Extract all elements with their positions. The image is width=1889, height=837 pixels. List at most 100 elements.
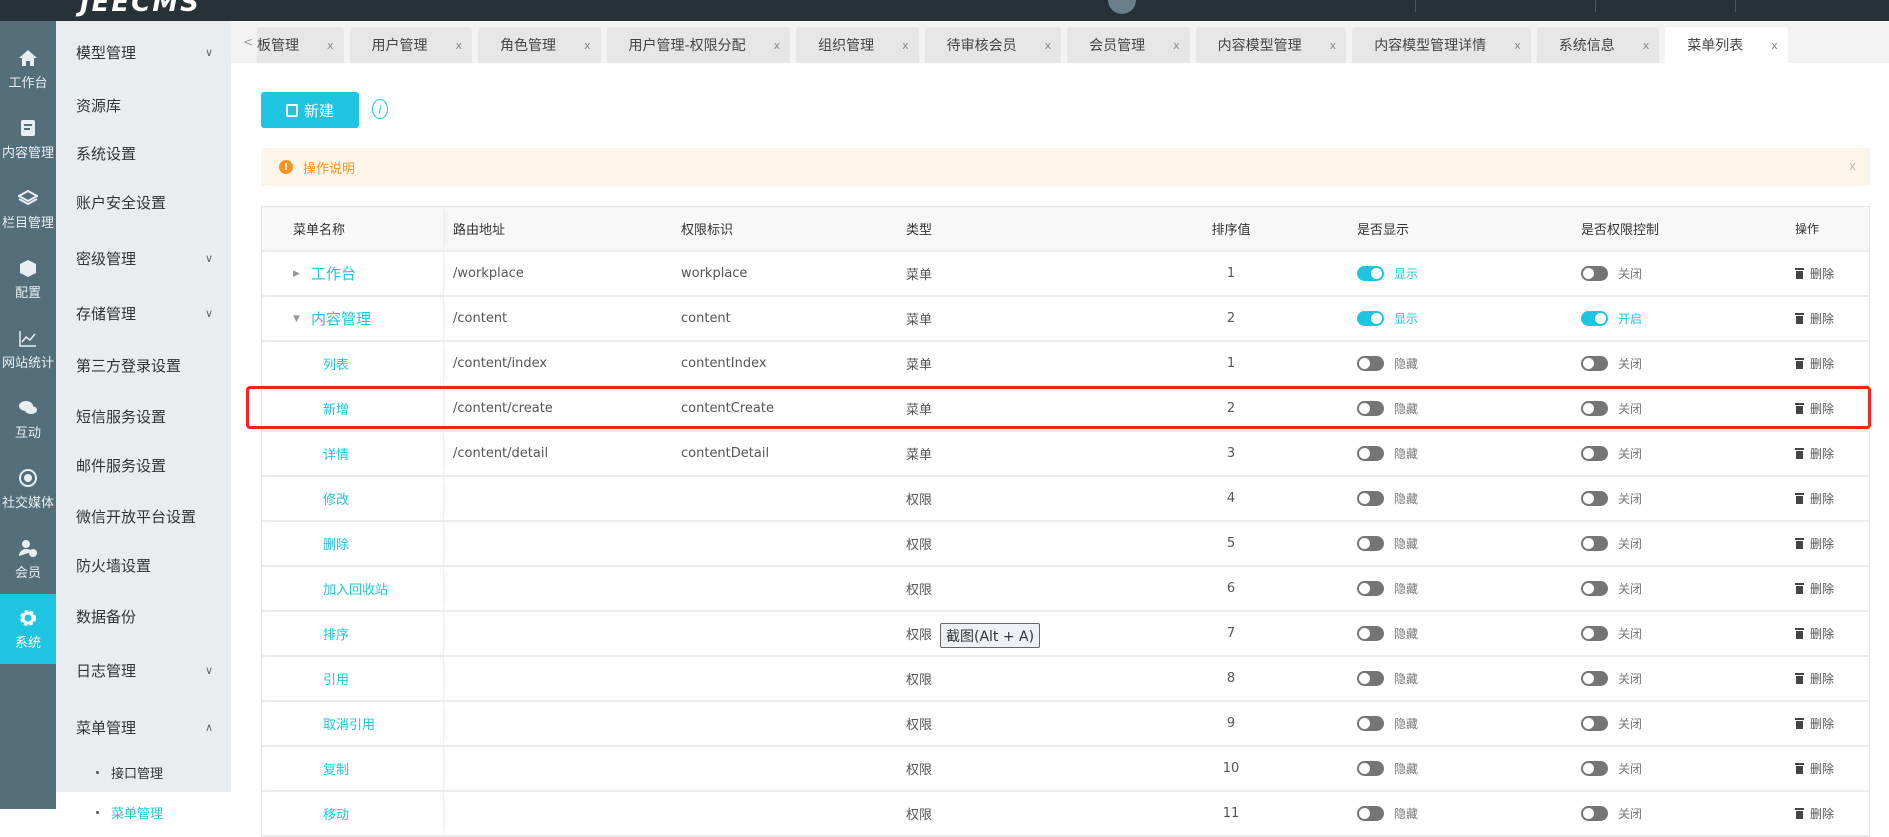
submenu-item[interactable]: 密级管理 ∨	[76, 243, 213, 273]
perm-control-toggle[interactable]	[1581, 626, 1608, 641]
perm-control-toggle[interactable]	[1581, 716, 1608, 731]
tab-close-icon[interactable]: x	[1771, 39, 1778, 52]
delete-button[interactable]: 删除	[1781, 310, 1871, 327]
nav-item-7[interactable]: 会员	[0, 524, 56, 594]
tab-close-icon[interactable]: x	[1330, 39, 1337, 52]
submenu-item[interactable]: 第三方登录设置	[76, 350, 213, 380]
menu-name-link[interactable]: 取消引用	[323, 714, 375, 733]
nav-item-6[interactable]: 社交媒体	[0, 454, 56, 524]
show-toggle[interactable]	[1357, 761, 1384, 776]
delete-button[interactable]: 删除	[1781, 535, 1871, 552]
perm-control-toggle[interactable]	[1581, 581, 1608, 596]
new-button[interactable]: 新建	[261, 92, 359, 128]
nav-item-0[interactable]: 工作台	[0, 34, 56, 104]
show-toggle[interactable]	[1357, 581, 1384, 596]
delete-button[interactable]: 删除	[1781, 445, 1871, 462]
show-toggle[interactable]	[1357, 626, 1384, 641]
perm-control-toggle[interactable]	[1581, 311, 1608, 326]
nav-item-1[interactable]: 内容管理	[0, 104, 56, 174]
perm-control-toggle[interactable]	[1581, 446, 1608, 461]
submenu-child-item[interactable]: 接口管理	[56, 752, 231, 792]
show-toggle[interactable]	[1357, 716, 1384, 731]
submenu-item[interactable]: 短信服务设置	[76, 401, 213, 431]
tab-1[interactable]: 用户管理 x	[349, 27, 473, 63]
delete-button[interactable]: 删除	[1781, 760, 1871, 777]
show-toggle[interactable]	[1357, 671, 1384, 686]
show-toggle[interactable]	[1357, 806, 1384, 821]
perm-control-toggle[interactable]	[1581, 356, 1608, 371]
tab-0[interactable]: 板管理 x	[257, 27, 344, 63]
show-toggle[interactable]	[1357, 401, 1384, 416]
alert-text[interactable]: 操作说明	[303, 158, 355, 177]
submenu-item[interactable]: 存储管理 ∨	[76, 298, 213, 328]
tab-close-icon[interactable]: x	[1643, 39, 1650, 52]
submenu-item[interactable]: 防火墙设置	[76, 550, 213, 580]
menu-name-link[interactable]: 移动	[323, 804, 349, 823]
tab-close-icon[interactable]: x	[456, 39, 463, 52]
submenu-item[interactable]: 资源库	[76, 90, 213, 120]
menu-name-link[interactable]: 工作台	[311, 263, 356, 284]
caret-right-icon[interactable]: ▶	[293, 269, 311, 279]
nav-item-4[interactable]: 网站统计	[0, 314, 56, 384]
caret-down-icon[interactable]: ▼	[293, 314, 311, 324]
show-toggle[interactable]	[1357, 491, 1384, 506]
submenu-item[interactable]: 微信开放平台设置	[76, 501, 213, 531]
tab-10[interactable]: 菜单列表 x	[1665, 27, 1788, 63]
nav-item-3[interactable]: 配置	[0, 244, 56, 314]
delete-button[interactable]: 删除	[1781, 670, 1871, 687]
submenu-item[interactable]: 菜单管理 ∧	[76, 712, 213, 742]
show-toggle[interactable]	[1357, 446, 1384, 461]
tab-6[interactable]: 会员管理 x	[1067, 27, 1190, 63]
delete-button[interactable]: 删除	[1781, 805, 1871, 822]
delete-button[interactable]: 删除	[1781, 400, 1871, 417]
tab-2[interactable]: 角色管理 x	[478, 27, 601, 63]
tab-4[interactable]: 组织管理 x	[796, 27, 919, 63]
tab-9[interactable]: 系统信息 x	[1536, 27, 1660, 63]
submenu-item[interactable]: 模型管理 ∨	[76, 37, 213, 67]
tab-close-icon[interactable]: x	[1045, 39, 1052, 52]
tab-close-icon[interactable]: x	[902, 39, 909, 52]
show-toggle[interactable]	[1357, 266, 1384, 281]
perm-control-toggle[interactable]	[1581, 536, 1608, 551]
perm-control-toggle[interactable]	[1581, 401, 1608, 416]
user-avatar[interactable]	[1108, 0, 1136, 14]
submenu-item[interactable]: 邮件服务设置	[76, 450, 213, 480]
delete-button[interactable]: 删除	[1781, 580, 1871, 597]
perm-control-toggle[interactable]	[1581, 671, 1608, 686]
nav-item-2[interactable]: 栏目管理	[0, 174, 56, 244]
close-icon[interactable]: x	[1849, 159, 1856, 173]
nav-item-8[interactable]: 系统	[0, 594, 56, 664]
submenu-item[interactable]: 日志管理 ∨	[76, 655, 213, 685]
delete-button[interactable]: 删除	[1781, 355, 1871, 372]
perm-control-toggle[interactable]	[1581, 806, 1608, 821]
submenu-item[interactable]: 数据备份	[76, 601, 213, 631]
delete-button[interactable]: 删除	[1781, 490, 1871, 507]
info-icon[interactable]: i	[372, 99, 388, 119]
submenu-child-item[interactable]: 菜单管理	[56, 792, 231, 832]
delete-button[interactable]: 删除	[1781, 625, 1871, 642]
menu-name-link[interactable]: 列表	[323, 354, 349, 373]
tab-close-icon[interactable]: x	[1173, 39, 1180, 52]
tab-5[interactable]: 待审核会员 x	[924, 27, 1062, 63]
tab-close-icon[interactable]: x	[774, 39, 781, 52]
menu-name-link[interactable]: 加入回收站	[323, 579, 388, 598]
tab-8[interactable]: 内容模型管理详情 x	[1352, 27, 1531, 63]
perm-control-toggle[interactable]	[1581, 266, 1608, 281]
menu-name-link[interactable]: 修改	[323, 489, 349, 508]
perm-control-toggle[interactable]	[1581, 491, 1608, 506]
menu-name-link[interactable]: 复制	[323, 759, 349, 778]
delete-button[interactable]: 删除	[1781, 715, 1871, 732]
menu-name-link[interactable]: 详情	[323, 444, 349, 463]
tab-3[interactable]: 用户管理-权限分配 x	[606, 27, 791, 63]
submenu-item[interactable]: 账户安全设置	[76, 187, 213, 217]
perm-control-toggle[interactable]	[1581, 761, 1608, 776]
tab-scroll-left[interactable]: <	[243, 35, 253, 49]
menu-name-link[interactable]: 删除	[323, 534, 349, 553]
menu-name-link[interactable]: 引用	[323, 669, 349, 688]
show-toggle[interactable]	[1357, 356, 1384, 371]
delete-button[interactable]: 删除	[1781, 265, 1871, 282]
tab-7[interactable]: 内容模型管理 x	[1195, 27, 1347, 63]
show-toggle[interactable]	[1357, 536, 1384, 551]
submenu-item[interactable]: 系统设置	[76, 138, 213, 168]
tab-close-icon[interactable]: x	[1514, 39, 1521, 52]
